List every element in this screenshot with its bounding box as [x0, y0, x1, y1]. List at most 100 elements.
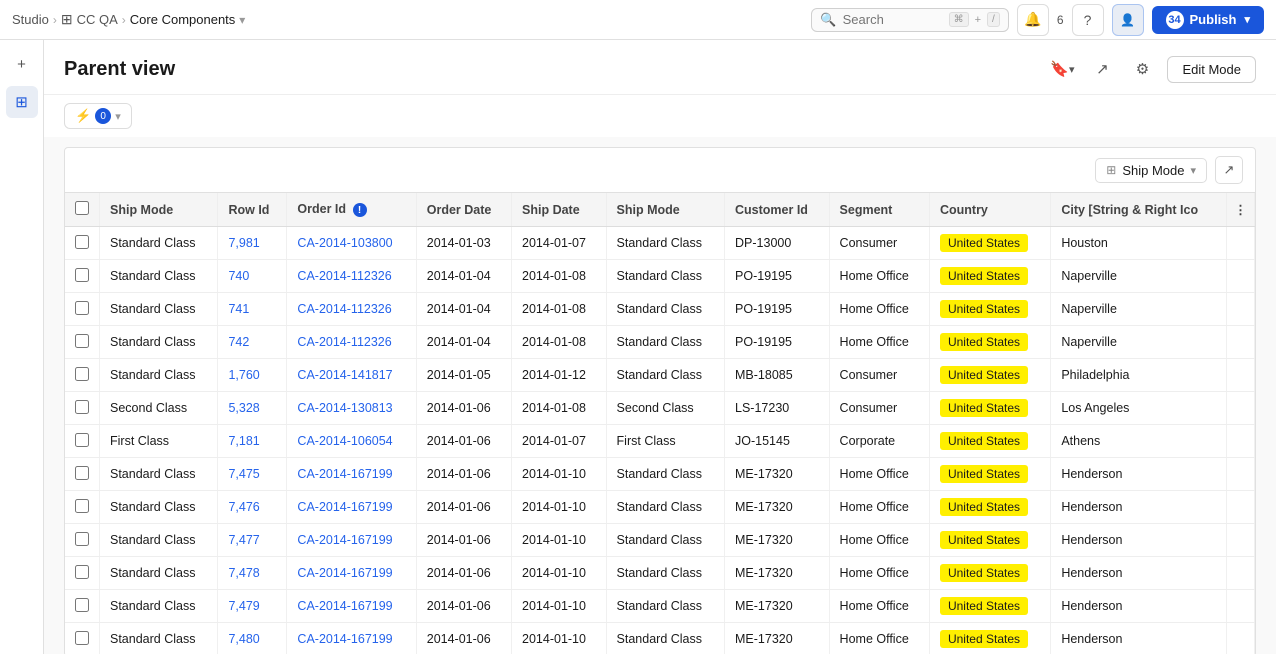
grid-view-button[interactable]: ⊞ [6, 86, 38, 118]
row-checkbox[interactable] [75, 598, 89, 612]
order-id-sort-icon[interactable]: ! [353, 203, 367, 217]
row-checkbox[interactable] [75, 433, 89, 447]
row-checkbox-cell[interactable] [65, 458, 100, 491]
cell-order-date: 2014-01-03 [416, 227, 511, 260]
cell-row-id[interactable]: 7,479 [218, 590, 287, 623]
cell-row-id[interactable]: 7,480 [218, 623, 287, 654]
country-badge: United States [940, 465, 1028, 483]
row-checkbox[interactable] [75, 631, 89, 645]
table-row: Standard Class 7,981 CA-2014-103800 2014… [65, 227, 1255, 260]
select-all-checkbox[interactable] [75, 201, 89, 215]
avatar-btn[interactable]: 👤 [1112, 4, 1144, 36]
cell-country: United States [929, 392, 1050, 425]
row-checkbox[interactable] [75, 268, 89, 282]
row-checkbox-cell[interactable] [65, 359, 100, 392]
cell-row-id[interactable]: 1,760 [218, 359, 287, 392]
cell-ship-date: 2014-01-08 [512, 326, 607, 359]
export-button[interactable]: ↗ [1215, 156, 1243, 184]
row-checkbox-cell[interactable] [65, 392, 100, 425]
cell-order-date: 2014-01-06 [416, 524, 511, 557]
share-button[interactable]: ↗ [1087, 54, 1117, 84]
row-checkbox[interactable] [75, 301, 89, 315]
search-box[interactable]: 🔍 ⌘ + / [811, 8, 1008, 32]
cell-ship-mode: Second Class [100, 392, 218, 425]
cell-order-id[interactable]: CA-2014-112326 [287, 326, 416, 359]
cell-order-id[interactable]: CA-2014-130813 [287, 392, 416, 425]
cell-order-date: 2014-01-04 [416, 260, 511, 293]
cell-order-id[interactable]: CA-2014-112326 [287, 260, 416, 293]
add-button[interactable]: + [6, 48, 38, 80]
cell-row-id[interactable]: 7,476 [218, 491, 287, 524]
col-ship-mode: Ship Mode [100, 193, 218, 227]
cell-order-id[interactable]: CA-2014-141817 [287, 359, 416, 392]
row-checkbox-cell[interactable] [65, 227, 100, 260]
cell-row-id[interactable]: 7,478 [218, 557, 287, 590]
bookmark-button[interactable]: 🔖 ▾ [1047, 54, 1077, 84]
row-checkbox-cell[interactable] [65, 326, 100, 359]
table-row: Standard Class 7,475 CA-2014-167199 2014… [65, 458, 1255, 491]
breadcrumb-chevron-icon[interactable]: ▾ [239, 13, 245, 27]
row-checkbox[interactable] [75, 466, 89, 480]
cell-ship-date: 2014-01-10 [512, 557, 607, 590]
row-checkbox[interactable] [75, 235, 89, 249]
cell-ship-mode2: Standard Class [606, 227, 724, 260]
row-checkbox[interactable] [75, 565, 89, 579]
cell-row-id[interactable]: 740 [218, 260, 287, 293]
row-checkbox[interactable] [75, 400, 89, 414]
row-checkbox-cell[interactable] [65, 260, 100, 293]
row-checkbox-cell[interactable] [65, 623, 100, 654]
cell-order-id[interactable]: CA-2014-106054 [287, 425, 416, 458]
select-all-header[interactable] [65, 193, 100, 227]
cell-row-id[interactable]: 5,328 [218, 392, 287, 425]
cell-order-id[interactable]: CA-2014-167199 [287, 458, 416, 491]
notification-btn[interactable]: 🔔 [1017, 4, 1049, 36]
row-checkbox-cell[interactable] [65, 425, 100, 458]
row-checkbox-cell[interactable] [65, 491, 100, 524]
search-input[interactable] [843, 12, 943, 27]
cell-city: Henderson [1051, 491, 1227, 524]
cell-row-id[interactable]: 7,477 [218, 524, 287, 557]
cell-order-id[interactable]: CA-2014-112326 [287, 293, 416, 326]
row-checkbox-cell[interactable] [65, 590, 100, 623]
row-checkbox-cell[interactable] [65, 524, 100, 557]
cell-row-id[interactable]: 7,181 [218, 425, 287, 458]
cell-order-id[interactable]: CA-2014-167199 [287, 491, 416, 524]
publish-button[interactable]: 34 Publish ▾ [1152, 6, 1264, 34]
page-header: Parent view 🔖 ▾ ↗ ⚙ Edit Mode [44, 40, 1276, 95]
row-checkbox[interactable] [75, 499, 89, 513]
cc-qa-link[interactable]: CC QA [77, 12, 118, 27]
cell-customer-id: ME-17320 [725, 524, 830, 557]
row-checkbox-cell[interactable] [65, 293, 100, 326]
studio-link[interactable]: Studio [12, 12, 49, 27]
cell-row-id[interactable]: 741 [218, 293, 287, 326]
group-by-dropdown[interactable]: ⊞ Ship Mode ▾ [1095, 158, 1207, 183]
col-more-options[interactable]: ⋮ [1227, 193, 1255, 227]
cell-order-date: 2014-01-06 [416, 623, 511, 654]
cell-row-id[interactable]: 7,475 [218, 458, 287, 491]
settings-button[interactable]: ⚙ [1127, 54, 1157, 84]
edit-mode-button[interactable]: Edit Mode [1167, 56, 1256, 83]
table-scroll[interactable]: Ship Mode Row Id Order Id ! Order Date S… [65, 193, 1255, 654]
col-country: Country [929, 193, 1050, 227]
cell-order-date: 2014-01-06 [416, 557, 511, 590]
row-checkbox[interactable] [75, 334, 89, 348]
col-row-id: Row Id [218, 193, 287, 227]
cell-order-id[interactable]: CA-2014-167199 [287, 590, 416, 623]
cell-row-id[interactable]: 7,981 [218, 227, 287, 260]
cell-order-date: 2014-01-05 [416, 359, 511, 392]
core-components-label: Core Components [130, 12, 236, 27]
cell-more [1227, 623, 1255, 654]
filter-button[interactable]: ⚡ 0 ▾ [64, 103, 132, 129]
cell-customer-id: ME-17320 [725, 590, 830, 623]
row-checkbox[interactable] [75, 532, 89, 546]
cell-row-id[interactable]: 742 [218, 326, 287, 359]
table-icon: ⊞ [1106, 163, 1116, 177]
cell-order-id[interactable]: CA-2014-167199 [287, 623, 416, 654]
table-row: First Class 7,181 CA-2014-106054 2014-01… [65, 425, 1255, 458]
cell-order-id[interactable]: CA-2014-167199 [287, 557, 416, 590]
cell-order-id[interactable]: CA-2014-103800 [287, 227, 416, 260]
cell-order-id[interactable]: CA-2014-167199 [287, 524, 416, 557]
row-checkbox-cell[interactable] [65, 557, 100, 590]
row-checkbox[interactable] [75, 367, 89, 381]
help-btn[interactable]: ? [1072, 4, 1104, 36]
